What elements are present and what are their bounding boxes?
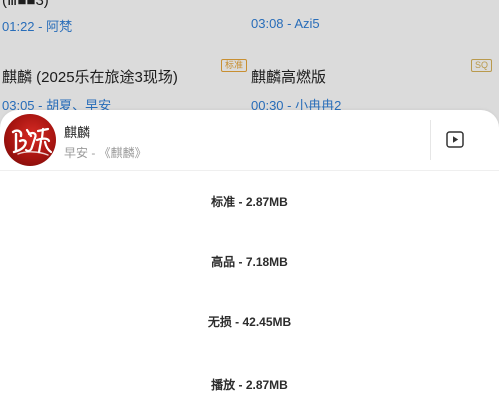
album-cover bbox=[4, 114, 56, 166]
song-subtitle: 早安 - 《麒麟》 bbox=[64, 146, 147, 160]
quality-option-high[interactable]: 高品 - 7.18MB bbox=[0, 238, 499, 286]
quality-option-lossless[interactable]: 无损 - 42.45MB bbox=[0, 298, 499, 346]
play-video-button[interactable] bbox=[440, 125, 470, 155]
quality-option-standard[interactable]: 标准 - 2.87MB bbox=[0, 178, 499, 226]
song-title: 麒麟 bbox=[64, 125, 91, 140]
header-divider bbox=[430, 120, 431, 160]
play-video-icon bbox=[446, 131, 464, 148]
sheet-header: 麒麟 早安 - 《麒麟》 bbox=[0, 110, 499, 171]
quality-picker-sheet: 麒麟 早安 - 《麒麟》 标准 - 2.87MB 高品 - 7.18MB 无损 … bbox=[0, 110, 499, 405]
calligraphy-logo bbox=[11, 127, 53, 156]
play-option[interactable]: 播放 - 2.87MB bbox=[0, 361, 499, 405]
